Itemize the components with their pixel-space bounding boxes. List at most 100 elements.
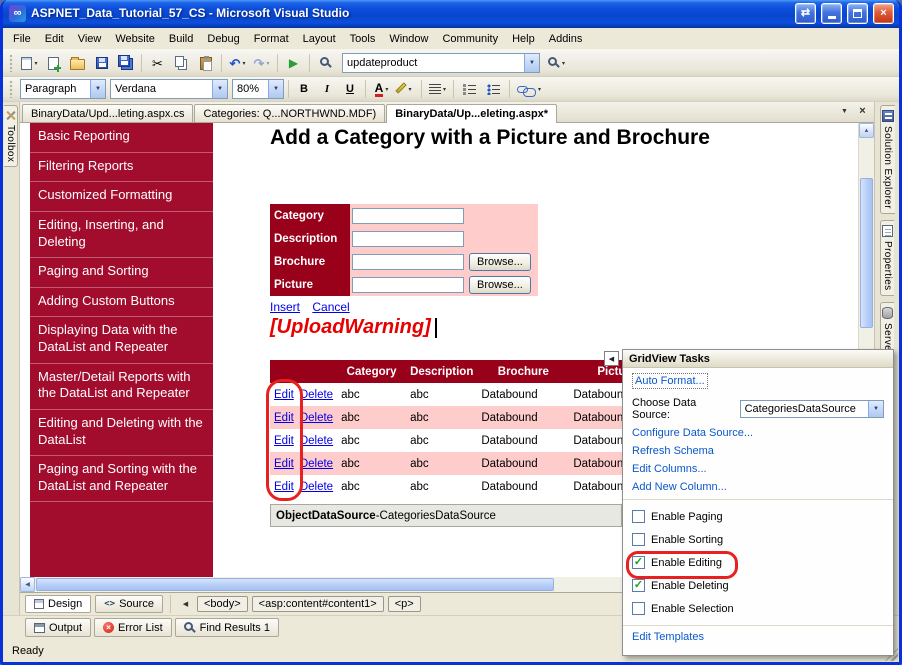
save-button[interactable] <box>90 52 113 74</box>
doc-tab-categories-mdf[interactable]: Categories: Q...NORTHWND.MDF) <box>194 104 386 122</box>
delete-link[interactable]: Delete <box>300 481 333 493</box>
maximize-button[interactable] <box>847 2 868 24</box>
combo-arrow-icon[interactable]: ▼ <box>524 54 539 72</box>
toolbar-grip[interactable] <box>9 80 14 98</box>
menu-item-layout[interactable]: Layout <box>296 30 343 48</box>
delete-link[interactable]: Delete <box>300 435 333 447</box>
enable-paging-checkbox[interactable] <box>632 510 645 523</box>
highlight-color-button[interactable]: ▾ <box>394 78 417 100</box>
doc-tab-updating-aspx[interactable]: BinaryData/Up...eleting.aspx* <box>386 104 558 123</box>
style-combobox[interactable]: Paragraph ▼ <box>20 79 106 99</box>
tag-navigator-content[interactable]: <asp:content#content1> <box>251 596 384 612</box>
paste-button[interactable] <box>194 52 217 74</box>
numbered-list-button[interactable] <box>458 78 481 100</box>
italic-button[interactable]: I <box>316 79 338 99</box>
combo-arrow-icon[interactable]: ▼ <box>90 80 105 98</box>
enable-editing-checkbox[interactable]: ✓ <box>632 556 645 569</box>
enable-selection-checkbox[interactable] <box>632 602 645 615</box>
cancel-link[interactable]: Cancel <box>312 300 349 314</box>
doc-tab-updating-cs[interactable]: BinaryData/Upd...leting.aspx.cs <box>22 104 194 122</box>
copy-button[interactable] <box>170 52 193 74</box>
tag-scroll-left-button[interactable]: ◀ <box>178 597 193 611</box>
underline-button[interactable]: U <box>339 79 361 99</box>
sidebar-item-paging-sorting-datalist[interactable]: Paging and Sorting with the DataList and… <box>30 456 213 503</box>
find-symbol-button[interactable]: ▾ <box>545 52 568 74</box>
sidebar-item-paging-sorting[interactable]: Paging and Sorting <box>30 258 213 288</box>
source-view-button[interactable]: <> Source <box>95 595 163 613</box>
menu-item-help[interactable]: Help <box>505 30 542 48</box>
output-tab[interactable]: Output <box>25 618 92 637</box>
properties-tab[interactable]: Properties <box>880 219 894 296</box>
sidebar-item-editing-deleting-datalist[interactable]: Editing and Deleting with the DataList <box>30 410 213 457</box>
menu-item-debug[interactable]: Debug <box>200 30 246 48</box>
brochure-browse-button[interactable]: Browse... <box>469 252 531 271</box>
menu-item-tools[interactable]: Tools <box>343 30 383 48</box>
sidebar-item-filtering-reports[interactable]: Filtering Reports <box>30 153 213 183</box>
enable-sorting-checkbox[interactable] <box>632 533 645 546</box>
new-item-button[interactable]: ▾ <box>18 52 41 74</box>
edit-link[interactable]: Edit <box>274 412 294 424</box>
delete-link[interactable]: Delete <box>300 458 333 470</box>
edit-columns-link[interactable]: Edit Columns... <box>632 463 884 475</box>
refresh-schema-link[interactable]: Refresh Schema <box>632 445 884 457</box>
category-field[interactable] <box>352 207 464 224</box>
sidebar-item-master-detail-datalist[interactable]: Master/Detail Reports with the DataList … <box>30 364 213 410</box>
smart-tag-collapse-button[interactable]: ◀ <box>604 351 619 366</box>
find-results-tab[interactable]: Find Results 1 <box>174 618 279 637</box>
close-button[interactable]: × <box>873 2 894 24</box>
tag-navigator-p[interactable]: <p> <box>387 596 421 612</box>
redo-button[interactable]: ↷ ▾ <box>250 52 273 74</box>
font-size-combobox[interactable]: 80% ▼ <box>232 79 284 99</box>
float-window-button[interactable]: ⇄ <box>795 2 816 24</box>
minimize-button[interactable] <box>821 2 842 24</box>
sidebar-item-editing-inserting-deleting[interactable]: Editing, Inserting, and Deleting <box>30 212 213 259</box>
delete-link[interactable]: Delete <box>300 389 333 401</box>
command-combobox[interactable]: updateproduct ▼ <box>342 53 540 73</box>
picture-browse-button[interactable]: Browse... <box>469 275 531 294</box>
sidebar-item-displaying-datalist-repeater[interactable]: Displaying Data with the DataList and Re… <box>30 317 213 364</box>
delete-link[interactable]: Delete <box>300 412 333 424</box>
menu-item-build[interactable]: Build <box>162 30 200 48</box>
add-item-button[interactable] <box>42 52 65 74</box>
error-list-tab[interactable]: × Error List <box>94 618 172 637</box>
close-document-button[interactable]: × <box>855 104 870 118</box>
menu-item-view[interactable]: View <box>71 30 109 48</box>
sidebar-item-adding-custom-buttons[interactable]: Adding Custom Buttons <box>30 288 213 318</box>
horizontal-scroll-thumb[interactable] <box>36 578 554 591</box>
menu-item-community[interactable]: Community <box>435 30 505 48</box>
combo-arrow-icon[interactable]: ▼ <box>212 80 227 98</box>
design-surface[interactable]: Basic Reporting Filtering Reports Custom… <box>20 123 894 656</box>
scroll-up-button[interactable]: ▲ <box>859 123 874 138</box>
sidebar-item-basic-reporting[interactable]: Basic Reporting <box>30 123 213 153</box>
edit-templates-link[interactable]: Edit Templates <box>632 631 884 643</box>
description-field[interactable] <box>352 230 464 247</box>
auto-format-link[interactable]: Auto Format... <box>632 373 708 389</box>
undo-button[interactable]: ↶ ▾ <box>226 52 249 74</box>
combo-arrow-icon[interactable]: ▼ <box>868 401 883 417</box>
combo-arrow-icon[interactable]: ▼ <box>268 80 283 98</box>
toolbar-grip[interactable] <box>9 54 14 72</box>
solution-explorer-tab[interactable]: Solution Explorer <box>879 105 895 214</box>
menu-item-file[interactable]: File <box>6 30 38 48</box>
font-combobox[interactable]: Verdana ▼ <box>110 79 228 99</box>
menu-item-website[interactable]: Website <box>108 30 162 48</box>
menu-item-edit[interactable]: Edit <box>38 30 71 48</box>
tag-navigator-body[interactable]: <body> <box>196 596 248 612</box>
edit-link[interactable]: Edit <box>274 481 294 493</box>
scroll-left-button[interactable]: ◀ <box>20 577 35 592</box>
hyperlink-button[interactable] <box>514 78 537 100</box>
toolbox-tab[interactable]: Toolbox <box>4 105 18 168</box>
font-color-button[interactable]: A ▾ <box>370 78 393 100</box>
alignment-button[interactable]: ▾ <box>426 78 449 100</box>
menu-item-addins[interactable]: Addins <box>542 30 590 48</box>
bold-button[interactable]: B <box>293 79 315 99</box>
configure-data-source-link[interactable]: Configure Data Source... <box>632 427 884 439</box>
design-view-button[interactable]: Design <box>25 595 92 613</box>
bullet-list-button[interactable] <box>482 78 505 100</box>
sidebar-item-customized-formatting[interactable]: Customized Formatting <box>30 182 213 212</box>
edit-link[interactable]: Edit <box>274 389 294 401</box>
picture-field[interactable] <box>352 276 464 293</box>
cut-button[interactable]: ✂ <box>146 52 169 74</box>
start-debugging-button[interactable]: ▶ <box>282 52 305 74</box>
objectdatasource-control[interactable]: ObjectDataSource - CategoriesDataSource <box>270 504 622 527</box>
